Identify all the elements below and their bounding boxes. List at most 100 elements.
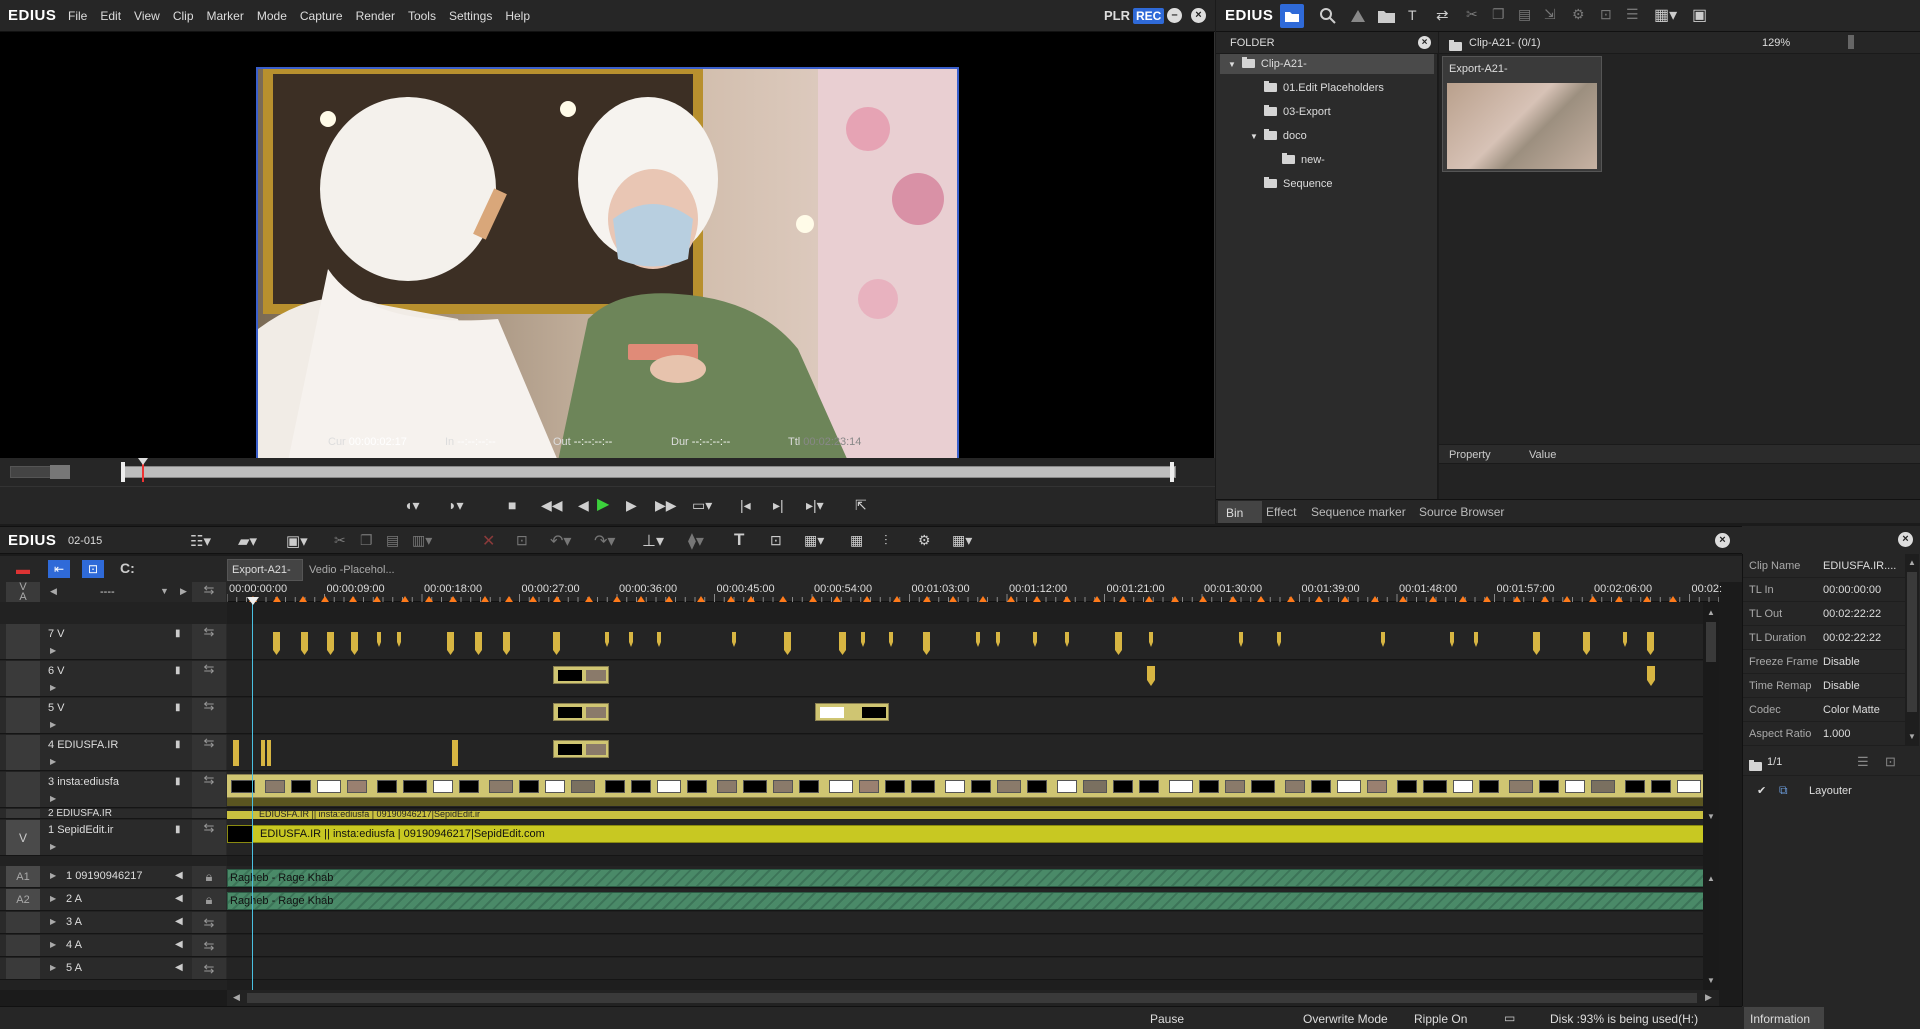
title-clip-2[interactable]: EDIUSFA.IR || insta:ediusfa | 0919094621… xyxy=(227,811,1719,819)
settings-icon[interactable]: ⚙ xyxy=(918,532,931,549)
delete-effect-icon[interactable]: ⊡ xyxy=(1885,754,1896,770)
scroll-right-icon[interactable]: ▶ xyxy=(1705,992,1712,1003)
export-icon[interactable]: ⇱ xyxy=(855,497,867,513)
step-forward-icon[interactable]: ▶ xyxy=(626,497,637,513)
step-back-icon[interactable]: ◀ xyxy=(578,497,589,513)
prev-edit-icon[interactable]: |◂ xyxy=(740,497,751,513)
mode-insert-icon[interactable]: ▬ xyxy=(16,561,30,577)
add-title-icon[interactable]: T xyxy=(1408,7,1417,23)
set-out-icon[interactable]: ◗▾ xyxy=(448,497,463,513)
track-expand-icon[interactable]: ▶ xyxy=(50,917,56,926)
paste-icon[interactable]: ▤ xyxy=(386,532,399,549)
track-head-5a[interactable]: ▶ 5 A ◀ ⇆ xyxy=(0,958,227,980)
delete-icon[interactable]: ✕ xyxy=(482,531,495,551)
menu-settings[interactable]: Settings xyxy=(449,9,492,23)
cut-icon[interactable]: ✂ xyxy=(1466,6,1478,23)
track-head-3[interactable]: 3 insta:ediusfa ▮ ▶ ⇆ xyxy=(0,772,227,808)
paste-icon[interactable]: ▤ xyxy=(1518,6,1531,23)
track-expand-icon[interactable]: ▶ xyxy=(50,963,56,972)
track-head-4[interactable]: 4 EDIUSFA.IR ▮ ▶ ⇆ xyxy=(0,735,227,771)
menu-view[interactable]: View xyxy=(134,9,160,23)
clip-4[interactable] xyxy=(553,740,609,758)
timeline-ruler[interactable]: 00:00:00:00 00:00:09:00 00:00:18:00 00:00:2… xyxy=(227,582,1722,602)
track-swap-icon[interactable]: ⇆ xyxy=(192,935,226,956)
speaker-icon[interactable]: ◀ xyxy=(175,962,183,973)
folder-close-icon[interactable]: × xyxy=(1418,36,1431,49)
tree-expand-icon[interactable]: ▼ xyxy=(1228,60,1236,69)
save-icon[interactable]: ▣▾ xyxy=(286,532,308,550)
replace-icon[interactable]: ⇄ xyxy=(1436,6,1449,24)
track-visible-icon[interactable]: ▮ xyxy=(175,665,181,676)
clip-4-markers[interactable] xyxy=(233,740,273,766)
track-head-a2[interactable]: A2 ▶ 2 A ◀ 🔒︎ xyxy=(0,889,227,911)
track-swap-icon[interactable]: ⇆ xyxy=(192,661,226,696)
lane-3a[interactable] xyxy=(227,912,1719,934)
mixer-icon[interactable]: ▦▾ xyxy=(804,532,824,549)
seq-tab-export[interactable]: Export-A21- xyxy=(227,559,303,581)
horizontal-scrollbar[interactable]: ◀ ▶ xyxy=(227,990,1719,1006)
render-icon[interactable]: ⊡ xyxy=(770,532,782,549)
timeline-close-icon[interactable]: × xyxy=(1715,533,1730,548)
scroll-down-icon[interactable]: ▼ xyxy=(1707,976,1715,985)
effect-check-icon[interactable]: ✔ xyxy=(1757,784,1766,797)
playhead-icon[interactable] xyxy=(142,462,144,482)
up-folder-icon[interactable] xyxy=(1348,6,1368,26)
track-head-a1[interactable]: A1 ▶ 1 09190946217 ◀ 🔒︎ xyxy=(0,866,227,888)
track-head-7v[interactable]: 7 V ▮ ▶ ⇆ xyxy=(0,624,227,660)
scroll-thumb[interactable] xyxy=(1706,622,1716,662)
scroll-right-icon[interactable]: ▶ xyxy=(180,586,187,597)
track-visible-icon[interactable]: ▮ xyxy=(175,739,181,750)
track-swap-icon[interactable]: ⇆ xyxy=(192,735,226,770)
menu-tools[interactable]: Tools xyxy=(408,9,436,23)
shuttle-handle[interactable] xyxy=(50,465,70,479)
cut-icon[interactable]: ✂ xyxy=(334,532,346,549)
tree-expand-icon[interactable]: ▼ xyxy=(1250,132,1258,141)
title-clip-1[interactable]: EDIUSFA.IR || insta:ediusfa | 0919094621… xyxy=(227,825,1719,843)
redo-icon[interactable]: ↷▾ xyxy=(594,531,615,551)
menu-capture[interactable]: Capture xyxy=(300,9,343,23)
lane-5v[interactable] xyxy=(227,698,1719,734)
clip-5v[interactable] xyxy=(815,703,889,721)
open-project-icon[interactable]: ▰▾ xyxy=(238,532,257,550)
track-swap-icon[interactable]: ⇆ xyxy=(192,698,226,733)
track-expand-icon[interactable]: ▶ xyxy=(50,646,56,655)
tree-item-edit-placeholders[interactable]: 01.Edit Placeholders xyxy=(1264,78,1384,98)
play-around-icon[interactable]: ▸|▾ xyxy=(806,497,824,513)
va-tag[interactable]: VA xyxy=(6,582,40,603)
delete-icon[interactable]: ⊡ xyxy=(1600,6,1612,23)
track-head-5v[interactable]: 5 V ▮ ▶ ⇆ xyxy=(0,698,227,734)
track-expand-icon[interactable]: ▶ xyxy=(50,842,56,851)
track-swap-icon[interactable]: ⇆ xyxy=(192,772,226,807)
track-visible-icon[interactable]: ▮ xyxy=(175,776,181,787)
clip-thumbnail-card[interactable]: Export-A21- xyxy=(1442,56,1602,172)
search-icon[interactable] xyxy=(1318,6,1338,26)
tab-sequence-marker[interactable]: Sequence marker xyxy=(1311,505,1406,519)
copy-icon[interactable]: ❐ xyxy=(360,532,373,549)
tree-item-export[interactable]: 03-Export xyxy=(1264,102,1331,122)
scroll-up-icon[interactable]: ▲ xyxy=(1707,608,1715,617)
tree-item-doco[interactable]: ▼ doco xyxy=(1250,126,1307,146)
stop-icon[interactable]: ■ xyxy=(508,497,516,513)
paste-insert-icon[interactable]: ▥▾ xyxy=(412,532,432,549)
folder-view-button[interactable] xyxy=(1280,4,1304,28)
scroll-down-icon[interactable]: ▼ xyxy=(1908,732,1916,741)
lane-6v[interactable] xyxy=(227,661,1719,697)
speaker-icon[interactable]: ◀ xyxy=(175,870,183,881)
track-tag-v[interactable]: V xyxy=(6,820,40,855)
effect-row-layouter[interactable]: ✔ ⧉ Layouter xyxy=(1743,780,1920,802)
track-expand-icon[interactable]: ▶ xyxy=(50,757,56,766)
split-icon[interactable]: ⧫▾ xyxy=(688,531,704,551)
tree-item-clip-a21[interactable]: ▼ Clip-A21- xyxy=(1220,54,1434,74)
clip-5v[interactable] xyxy=(553,703,609,721)
zoom-slider[interactable] xyxy=(1848,35,1854,49)
lock-icon[interactable]: 🔒︎ xyxy=(192,889,226,910)
plr-mode-button[interactable]: PLR xyxy=(1104,8,1130,23)
rewind-icon[interactable]: ◀◀ xyxy=(541,497,563,513)
track-visible-icon[interactable]: ▮ xyxy=(175,628,181,639)
play-icon[interactable]: ▶ xyxy=(597,497,609,513)
track-expand-icon[interactable]: ▶ xyxy=(50,894,56,903)
tab-effect[interactable]: Effect xyxy=(1266,505,1296,519)
list-view-icon[interactable]: ☰ xyxy=(1626,6,1639,23)
track-swap-icon[interactable]: ⇆ xyxy=(192,958,226,979)
sequence-menu-icon[interactable]: ☷▾ xyxy=(190,532,211,550)
